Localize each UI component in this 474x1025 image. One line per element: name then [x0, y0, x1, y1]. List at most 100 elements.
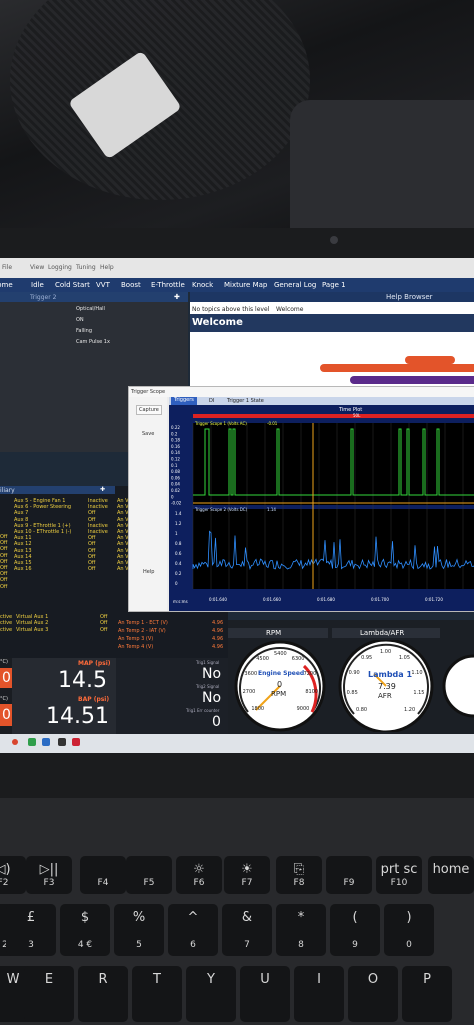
key-symbol: Y: [207, 972, 215, 987]
capture-button[interactable]: Capture: [136, 405, 162, 415]
x-tick: 0:01.700: [371, 597, 389, 602]
y2-tick: 1.2: [175, 521, 182, 526]
gauge-tick-label: 1.00: [380, 649, 392, 655]
trig-err-value: 0: [212, 714, 221, 730]
function-key[interactable]: prt sc F10: [376, 856, 422, 894]
aux-output-name: Aux 7: [14, 510, 29, 517]
tab-triggers[interactable]: Triggers: [171, 397, 197, 405]
letter-key[interactable]: U: [240, 966, 290, 1022]
aux-title: iliary: [0, 487, 15, 494]
number-key[interactable]: ^ 6: [168, 904, 218, 956]
tab-idle[interactable]: Idle: [31, 281, 44, 289]
help-button[interactable]: Help: [143, 569, 154, 575]
key-symbol: ☼: [193, 862, 205, 877]
letter-key[interactable]: E: [24, 966, 74, 1022]
aux-edge-state: Off: [0, 534, 8, 540]
tab-general-log[interactable]: General Log: [274, 281, 316, 289]
letter-key[interactable]: Y: [186, 966, 236, 1022]
aux-output-state: Inactive: [88, 498, 108, 504]
function-key[interactable]: ⎘ F8: [276, 856, 322, 894]
y2-tick: 1: [175, 531, 178, 536]
function-key[interactable]: ☼ F6: [176, 856, 222, 894]
key-symbol: ◁): [0, 862, 11, 877]
tab-cold-start[interactable]: Cold Start: [55, 281, 90, 289]
aux-maximize-icon[interactable]: ✚: [100, 486, 105, 493]
number-key[interactable]: & 7: [222, 904, 272, 956]
ch2-value: 1.14: [267, 507, 276, 512]
tab-home[interactable]: Home: [0, 281, 13, 289]
menu-view[interactable]: View: [30, 264, 44, 271]
tab-knock[interactable]: Knock: [192, 281, 213, 289]
aux-output-name: Aux 12: [14, 541, 32, 548]
tab-mixture-map[interactable]: Mixture Map: [224, 281, 267, 289]
menu-logging[interactable]: Logging: [48, 264, 72, 271]
maximize-icon[interactable]: ✚: [174, 293, 180, 301]
left-edge-unit-2: °C): [0, 696, 8, 702]
letter-key[interactable]: T: [132, 966, 182, 1022]
tab-trigger-1-state[interactable]: Trigger 1 State: [227, 398, 264, 404]
aux-edge-state: Off: [0, 558, 8, 565]
key-symbol: O: [367, 972, 379, 987]
menu-help[interactable]: Help: [100, 264, 114, 271]
aux-right-channel-name: An V: [117, 516, 129, 523]
letter-key[interactable]: O: [348, 966, 398, 1022]
app-icon-dark[interactable]: [58, 738, 66, 746]
letter-key[interactable]: R: [78, 966, 128, 1022]
menu-file[interactable]: File: [2, 264, 12, 271]
tab-e-throttle[interactable]: E-Throttle: [151, 281, 185, 289]
letter-key[interactable]: P: [402, 966, 452, 1022]
key-label: 4 €: [77, 940, 93, 950]
analog-temp-name: An Temp 1 - ECT (V): [118, 620, 168, 626]
function-key[interactable]: F9: [326, 856, 372, 894]
aux-right-channel-name: An V: [117, 541, 129, 548]
number-key[interactable]: * 8: [276, 904, 326, 956]
key-symbol: U: [260, 972, 270, 987]
aux-output-state: Inactive: [88, 504, 108, 511]
number-key[interactable]: £3: [6, 904, 56, 956]
map-label: MAP (psi): [78, 660, 111, 667]
app-icon-red[interactable]: [12, 739, 18, 745]
function-key[interactable]: ☀ F7: [224, 856, 270, 894]
tab-di[interactable]: DI: [209, 398, 214, 404]
letter-key[interactable]: I: [294, 966, 344, 1022]
y1-tick: 0.08: [171, 469, 180, 474]
app-icon-blue[interactable]: [42, 738, 50, 746]
trigger-2-pullup: ON: [76, 317, 84, 323]
aux-output-name: Aux 13: [14, 547, 32, 554]
save-button[interactable]: Save: [142, 431, 154, 437]
function-key[interactable]: F5: [126, 856, 172, 894]
function-key[interactable]: ▷|| F3: [26, 856, 72, 894]
tab-vvt[interactable]: VVT: [96, 281, 110, 289]
tab-page-1[interactable]: Page 1: [322, 281, 346, 289]
y2-tick: 0.8: [175, 541, 182, 546]
key-symbol: home: [432, 862, 470, 877]
ch1-label: Trigger Scope 1 (Volts AC): [195, 421, 247, 426]
scope-titlebar: Trigger Scope: [129, 387, 474, 397]
app-icon-green[interactable]: [28, 738, 36, 746]
key-symbol: ): [406, 910, 412, 925]
app-icon-tuner[interactable]: [72, 738, 80, 746]
number-key[interactable]: (9: [330, 904, 380, 956]
function-key[interactable]: home: [428, 856, 474, 894]
trig2-value: No: [202, 690, 222, 706]
key-label: F10: [390, 878, 408, 888]
aux-output-state: Off: [88, 510, 96, 517]
function-key[interactable]: ◁) F2: [0, 856, 26, 894]
aux-right-channel-name: An V: [117, 547, 129, 554]
function-key[interactable]: F4: [80, 856, 126, 894]
rpm-gauge-label: Engine Speed: [258, 670, 305, 677]
number-key[interactable]: $4 €: [60, 904, 110, 956]
aux-output-name: Aux 16: [14, 566, 32, 573]
number-key[interactable]: ) 0: [384, 904, 434, 956]
tab-boost[interactable]: Boost: [121, 281, 141, 289]
key-label: 8: [298, 940, 304, 950]
help-browser-title: Help Browser: [386, 293, 433, 301]
x-tick: 0:01.640: [209, 597, 227, 602]
analog-temp-name: An Temp 3 (V): [118, 636, 154, 642]
help-link-welcome[interactable]: Welcome: [276, 306, 303, 313]
rpm-header: RPM: [266, 629, 282, 637]
number-key[interactable]: % 5: [114, 904, 164, 956]
key-label: 7: [244, 940, 250, 950]
menu-tuning[interactable]: Tuning: [76, 264, 96, 271]
gauge-tick-label: 2700: [242, 689, 256, 696]
